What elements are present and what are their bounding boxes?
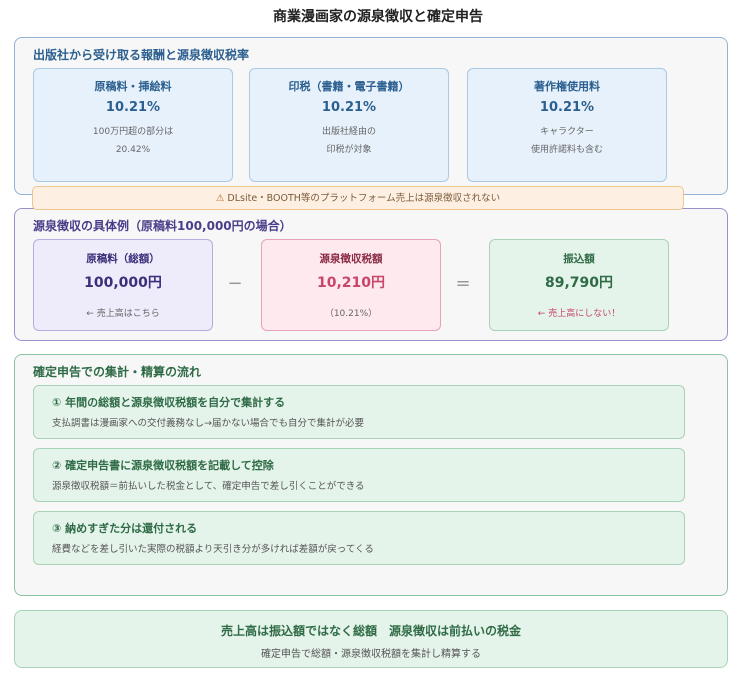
step-description: 源泉徴収税額＝前払いした税金として、確定申告で差し引くことができる	[52, 481, 365, 492]
rate-card-label: 著作権使用料	[534, 80, 600, 93]
net-note: ← 売上高にしない！	[537, 309, 621, 319]
filing-flow-title: 確定申告での集計・精算の流れ	[33, 365, 202, 379]
net-label: 振込額	[563, 253, 595, 265]
filing-flow-section: 確定申告での集計・精算の流れ ① 年間の総額と源泉徴収税額を自分で集計する 支払…	[14, 354, 728, 596]
step-description: 経費などを差し引いた実際の税額より天引き分が多ければ差額が戻ってくる	[52, 544, 374, 555]
flow-step-1: ① 年間の総額と源泉徴収税額を自分で集計する 支払調書は漫画家への交付義務なし→…	[33, 385, 685, 439]
rate-card-rate: 10.21%	[539, 100, 595, 115]
rate-card-rate: 10.21%	[105, 100, 161, 115]
rate-card-note: 100万円超の部分は	[92, 127, 174, 137]
rate-card-label: 印税（書籍・電子書籍）	[288, 80, 410, 93]
example-section-title: 源泉徴収の具体例（原稿料100,000円の場合）	[33, 219, 292, 233]
page-title: 商業漫画家の源泉徴収と確定申告	[273, 9, 483, 25]
gross-note: ← 売上高はこちら	[86, 309, 160, 319]
step-title: ① 年間の総額と源泉徴収税額を自分で集計する	[52, 396, 286, 409]
summary-box: 売上高は振込額ではなく総額 源泉徴収は前払いの税金 確定申告で総額・源泉徴収税額…	[14, 610, 728, 668]
rate-card-note: キャラクター	[540, 127, 594, 137]
step-description: 支払調書は漫画家への交付義務なし→届かない場合でも自分で集計が必要	[52, 418, 364, 429]
step-title: ② 確定申告書に源泉徴収税額を記載して控除	[52, 459, 274, 472]
summary-main: 売上高は振込額ではなく総額 源泉徴収は前払いの税金	[220, 624, 521, 638]
rate-card-note: 使用許諾料も含む	[530, 145, 603, 155]
flow-step-2: ② 確定申告書に源泉徴収税額を記載して控除 源泉徴収税額＝前払いした税金として、…	[33, 448, 685, 502]
withholding-tax-card: 源泉徴収税額 10,210円 （10.21%）	[261, 239, 441, 331]
rate-card-manuscript: 原稿料・挿絵料 10.21% 100万円超の部分は 20.42%	[33, 68, 233, 182]
transfer-amount-card: 振込額 89,790円 ← 売上高にしない！	[489, 239, 669, 331]
warning-icon: ⚠	[215, 193, 225, 204]
rate-card-note: 出版社経由の	[321, 127, 376, 137]
step-title: ③ 納めすぎた分は還付される	[52, 522, 198, 535]
gross-label: 原稿料（総額）	[86, 253, 160, 265]
rates-section-title: 出版社から受け取る報酬と源泉徴収税率	[33, 48, 250, 62]
summary-sub: 確定申告で総額・源泉徴収税額を集計し精算する	[261, 649, 481, 660]
flow-step-3: ③ 納めすぎた分は還付される 経費などを差し引いた実際の税額より天引き分が多けれ…	[33, 511, 685, 565]
minus-operator: −	[227, 273, 243, 294]
rate-card-note: 印税が対象	[326, 145, 372, 155]
rate-card-note: 20.42%	[115, 145, 151, 155]
platform-warning: ⚠ DLsite・BOOTH等のプラットフォーム売上は源泉徴収されない	[32, 186, 684, 210]
warning-text: DLsite・BOOTH等のプラットフォーム売上は源泉徴収されない	[227, 193, 501, 204]
rate-card-royalty: 印税（書籍・電子書籍） 10.21% 出版社経由の 印税が対象	[249, 68, 449, 182]
example-section: 源泉徴収の具体例（原稿料100,000円の場合） 原稿料（総額） 100,000…	[14, 208, 728, 341]
gross-amount-card: 原稿料（総額） 100,000円 ← 売上高はこちら	[33, 239, 213, 331]
gross-amount: 100,000円	[84, 275, 162, 291]
net-amount: 89,790円	[544, 275, 614, 291]
rates-section: 出版社から受け取る報酬と源泉徴収税率 原稿料・挿絵料 10.21% 100万円超…	[14, 37, 728, 195]
tax-amount: 10,210円	[316, 275, 386, 291]
rate-card-copyright: 著作権使用料 10.21% キャラクター 使用許諾料も含む	[467, 68, 667, 182]
tax-label: 源泉徴収税額	[319, 253, 383, 265]
tax-note: （10.21%）	[324, 309, 378, 319]
rate-card-label: 原稿料・挿絵料	[94, 80, 172, 93]
rate-card-rate: 10.21%	[321, 100, 377, 115]
equals-operator: =	[455, 273, 471, 294]
